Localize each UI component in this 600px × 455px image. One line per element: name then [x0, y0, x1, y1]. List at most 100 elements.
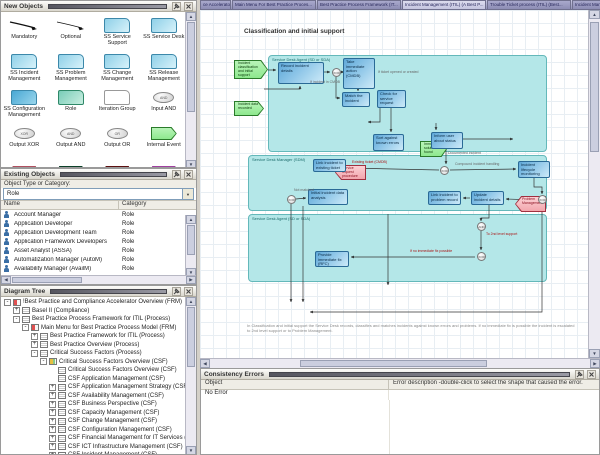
palette-item-ss-release-management[interactable]: SS Release Management [141, 50, 188, 86]
panel-grip[interactable] [60, 172, 167, 177]
tree-item[interactable]: +CSF Configuration Management (CSF) [1, 426, 188, 435]
tree-item[interactable]: -Main Menu for Best Practice Process Mod… [1, 324, 188, 333]
collapse-icon[interactable]: - [22, 324, 29, 331]
objects-vscrollbar[interactable]: ▲ ▼ [185, 215, 196, 277]
tab-trouble-ticket-process-itil-best[interactable]: Trouble Ticket process (ITIL) (Best... [487, 0, 571, 9]
tree-item[interactable]: +CSF Incident Management (CSF) [1, 451, 188, 455]
table-row[interactable]: Application DeveloperRole [1, 219, 188, 228]
palette-scrollbar[interactable]: ▲ ▼ [185, 12, 196, 168]
scroll-down-icon[interactable]: ▼ [186, 160, 196, 168]
pin-icon[interactable] [575, 370, 584, 379]
palette-item-ss-change-management[interactable]: SS Change Management [94, 50, 141, 86]
collapse-icon[interactable]: - [31, 350, 38, 357]
tree-item[interactable]: +CSF ICT Infrastructure Management (CSF) [1, 443, 188, 452]
tree-item[interactable]: +CSF Availability Management (CSF) [1, 392, 188, 401]
expand-icon[interactable]: + [13, 307, 20, 314]
panel-grip[interactable] [50, 289, 167, 294]
scroll-up-icon[interactable]: ▲ [186, 297, 196, 306]
table-row[interactable]: Automatization Manager (AutoM)Role [1, 255, 188, 264]
close-icon[interactable] [587, 370, 596, 379]
diagram-activity-link-incident-to-existing-ticket[interactable]: Link incident to existing ticket [313, 159, 346, 172]
tree-item[interactable]: +CSF Change Management (CSF) [1, 417, 188, 426]
diagram-activity-check-for-service-request[interactable]: Check for service request [377, 90, 406, 108]
expand-icon[interactable]: + [31, 333, 38, 340]
scroll-thumb[interactable] [12, 277, 82, 283]
palette-item-shape[interactable] [141, 158, 188, 168]
existing-objects-titlebar[interactable]: Existing Objects [1, 169, 196, 180]
diagram-activity-provide-immediate-fix-rfc[interactable]: Provide immediate fix (RFC) [315, 251, 349, 267]
tab-incident-manag[interactable]: Incident Manag... [572, 0, 600, 9]
palette-item-shape[interactable] [1, 158, 48, 168]
expand-icon[interactable]: + [49, 435, 56, 442]
palette-item-mandatory[interactable]: Mandatory [1, 14, 48, 50]
tree-item[interactable]: +CSF Financial Management for IT Service… [1, 434, 188, 443]
column-category[interactable]: Category [119, 201, 196, 209]
palette-item-output-xor[interactable]: XOROutput XOR [1, 122, 48, 158]
column-object[interactable]: Object [201, 380, 389, 389]
diagram-canvas[interactable]: Classification and initial support In Cl… [200, 10, 588, 358]
tree-item[interactable]: CSF Application Management (CSF) [1, 375, 188, 384]
scroll-thumb[interactable] [187, 307, 195, 367]
diagram-container-service-desk-agent-sd-or-sda[interactable]: Service Desk Agent (SD or SDA) [248, 214, 547, 282]
table-row[interactable]: Application Framework DevelopersRole [1, 237, 188, 246]
tree-item[interactable]: +Best Practice Overview (Process) [1, 341, 188, 350]
palette-item-ss-service-support[interactable]: SS Service Support [94, 14, 141, 50]
diagram-connector[interactable]: XOR [332, 68, 341, 77]
scroll-right-icon[interactable]: ▶ [186, 276, 196, 284]
palette-item-ss-incident-management[interactable]: SS Incident Management [1, 50, 48, 86]
palette-item-ss-problem-management[interactable]: SS Problem Management [48, 50, 95, 86]
canvas-hscrollbar[interactable]: ◀ ▶ [200, 358, 600, 368]
tree-item[interactable]: +CSF Business Perspective (CSF) [1, 400, 188, 409]
diagram-event-green[interactable]: Incident classification and initial supp… [234, 60, 268, 79]
scroll-left-icon[interactable]: ◀ [200, 359, 210, 368]
expand-icon[interactable]: + [49, 418, 56, 425]
scroll-up-icon[interactable]: ▲ [186, 12, 196, 21]
diagram-connector[interactable]: XOR [538, 195, 547, 204]
table-header[interactable]: Name Category [1, 200, 196, 210]
pin-icon[interactable] [172, 2, 181, 11]
objects-hscrollbar[interactable]: ◀ ▶ [1, 275, 196, 284]
tree-item[interactable]: -Best Practice Process Framework for ITI… [1, 315, 188, 324]
tree-item[interactable]: +Best Practice Framework for ITIL (Proce… [1, 332, 188, 341]
consistency-header[interactable]: Object Error description -double-click t… [201, 380, 599, 390]
new-objects-titlebar[interactable]: New Objects [1, 1, 196, 12]
diagram-activity-match-the-incident[interactable]: Match the incident [342, 92, 370, 107]
canvas-vscrollbar[interactable]: ▲ ▼ [588, 10, 600, 358]
tree-item[interactable]: +Basel II (Compliance) [1, 307, 188, 316]
palette-item-optional[interactable]: Optional [48, 14, 95, 50]
scroll-up-icon[interactable]: ▲ [589, 10, 600, 19]
column-name[interactable]: Name [1, 201, 119, 209]
palette-item-ss-service-desk[interactable]: SS Service Desk [141, 14, 188, 50]
close-icon[interactable] [184, 170, 193, 179]
diagram-activity-sort-against-known-errors[interactable]: Sort against known errors [373, 134, 404, 151]
diagram-activity-inform-user-about-status[interactable]: Inform user about status [431, 132, 463, 149]
diagram-connector[interactable]: XOR [287, 195, 296, 204]
scroll-thumb[interactable] [300, 360, 487, 367]
diagram-connector[interactable]: XOR [477, 252, 486, 261]
panel-grip[interactable] [48, 4, 167, 9]
expand-icon[interactable]: + [49, 392, 56, 399]
panel-grip[interactable] [269, 372, 570, 377]
diagram-activity-initial-incident-data-analysis[interactable]: Initial incident data analysis [308, 189, 348, 205]
tab-incident-management-itil-a-best-p[interactable]: Incident Management (ITIL) (A Best P... [402, 0, 486, 9]
diagram-activity-take-immediate-action-cmdb[interactable]: Take immediate action (CMDB) [343, 58, 375, 89]
table-row[interactable]: Application Development TeamRole [1, 228, 188, 237]
expand-icon[interactable]: + [49, 426, 56, 433]
tree-item[interactable]: +CSF Application Management Strategy (CS… [1, 383, 188, 392]
expand-icon[interactable]: + [31, 341, 38, 348]
tree-item[interactable]: -!Best Practice and Compliance Accelerat… [1, 298, 188, 307]
table-row[interactable]: Availability Manager (AvailM)Role [1, 264, 188, 273]
scroll-down-icon[interactable]: ▼ [589, 349, 600, 358]
column-error-description[interactable]: Error description -double-click to selec… [389, 380, 599, 389]
collapse-icon[interactable]: - [40, 358, 47, 365]
tab-best-practice-process-framework-it[interactable]: Best Practice Process Framework (IT... [317, 0, 401, 9]
diagram-connector[interactable]: XOR [440, 166, 449, 175]
palette-item-iteration-group[interactable]: Iteration Group [94, 86, 141, 122]
tree-item[interactable]: -Critical Success Factors (Process) [1, 349, 188, 358]
scroll-up-icon[interactable]: ▲ [186, 215, 196, 224]
palette-item-output-and[interactable]: ANDOutput AND [48, 122, 95, 158]
tab-ce-accelerator-overview-frm[interactable]: ce Accelerator Overview (FRM) [200, 0, 231, 9]
tree-scrollbar[interactable]: ▲ ▼ [185, 297, 196, 455]
palette-item-input-and[interactable]: ANDInput AND [141, 86, 188, 122]
tree-item[interactable]: +CSF Capacity Management (CSF) [1, 409, 188, 418]
